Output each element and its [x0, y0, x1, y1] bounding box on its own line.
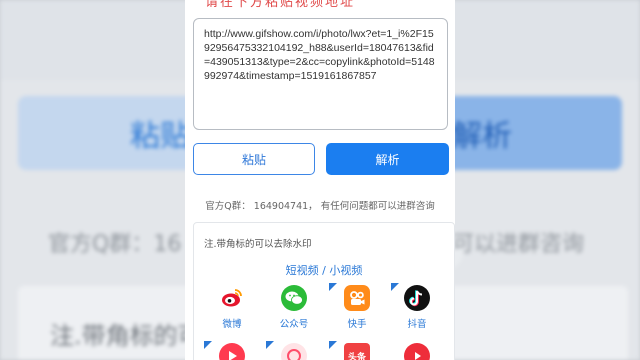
paste-button[interactable]: 粘贴	[193, 143, 315, 175]
qq-group-text: 官方Q群： 164904741， 有任何问题都可以进群咨询	[205, 201, 435, 212]
app-red-play[interactable]	[397, 343, 437, 360]
top-banner: 请在下方粘贴视频地址	[185, 0, 455, 10]
parse-button[interactable]: 解析	[326, 143, 449, 175]
app-label: 微博	[222, 319, 242, 330]
watermark-corner-badge	[329, 283, 337, 291]
watermark-corner-badge	[204, 341, 212, 349]
top-banner-text: 请在下方粘贴视频地址	[205, 0, 356, 10]
app-label: 快手	[347, 319, 367, 330]
app-red[interactable]	[212, 343, 252, 360]
phone-panel: 请在下方粘贴视频地址 http://www.gifshow.com/i/phot…	[185, 0, 455, 360]
pink-app-icon	[281, 343, 307, 360]
category-title[interactable]: 短视频 / 小视频	[194, 262, 454, 278]
watermark-note: 注.带角标的可以去除水印	[204, 239, 312, 250]
app-label: 公众号	[279, 319, 309, 330]
app-pink[interactable]	[274, 343, 314, 360]
app-label: 抖音	[407, 319, 427, 330]
bg-note-box	[448, 286, 628, 360]
toutiao-text: 头条	[347, 352, 366, 360]
wechat-icon	[281, 285, 307, 311]
app-toutiao[interactable]: 头条	[337, 343, 377, 360]
watermark-corner-badge	[329, 341, 337, 349]
red-play-icon	[404, 343, 430, 360]
red-app-icon	[219, 343, 245, 360]
kuaishou-icon	[344, 285, 370, 311]
app-douyin[interactable]: 抖音	[397, 285, 437, 330]
bg-qq-text-right: 可以进群咨询	[452, 232, 585, 257]
douyin-icon	[404, 285, 430, 311]
app-weibo[interactable]: 微博	[212, 285, 252, 330]
toutiao-icon: 头条	[344, 343, 370, 360]
supported-platforms-card: 注.带角标的可以去除水印 短视频 / 小视频 微博 公众号 快手 抖音 头条	[193, 222, 455, 360]
app-wechat[interactable]: 公众号	[274, 285, 314, 330]
app-kuaishou[interactable]: 快手	[337, 285, 377, 330]
watermark-corner-badge	[266, 341, 274, 349]
bg-qq-text-left: 官方Q群：16	[48, 232, 182, 257]
weibo-icon	[219, 285, 245, 311]
url-input[interactable]: http://www.gifshow.com/i/photo/lwx?et=1_…	[193, 18, 448, 130]
